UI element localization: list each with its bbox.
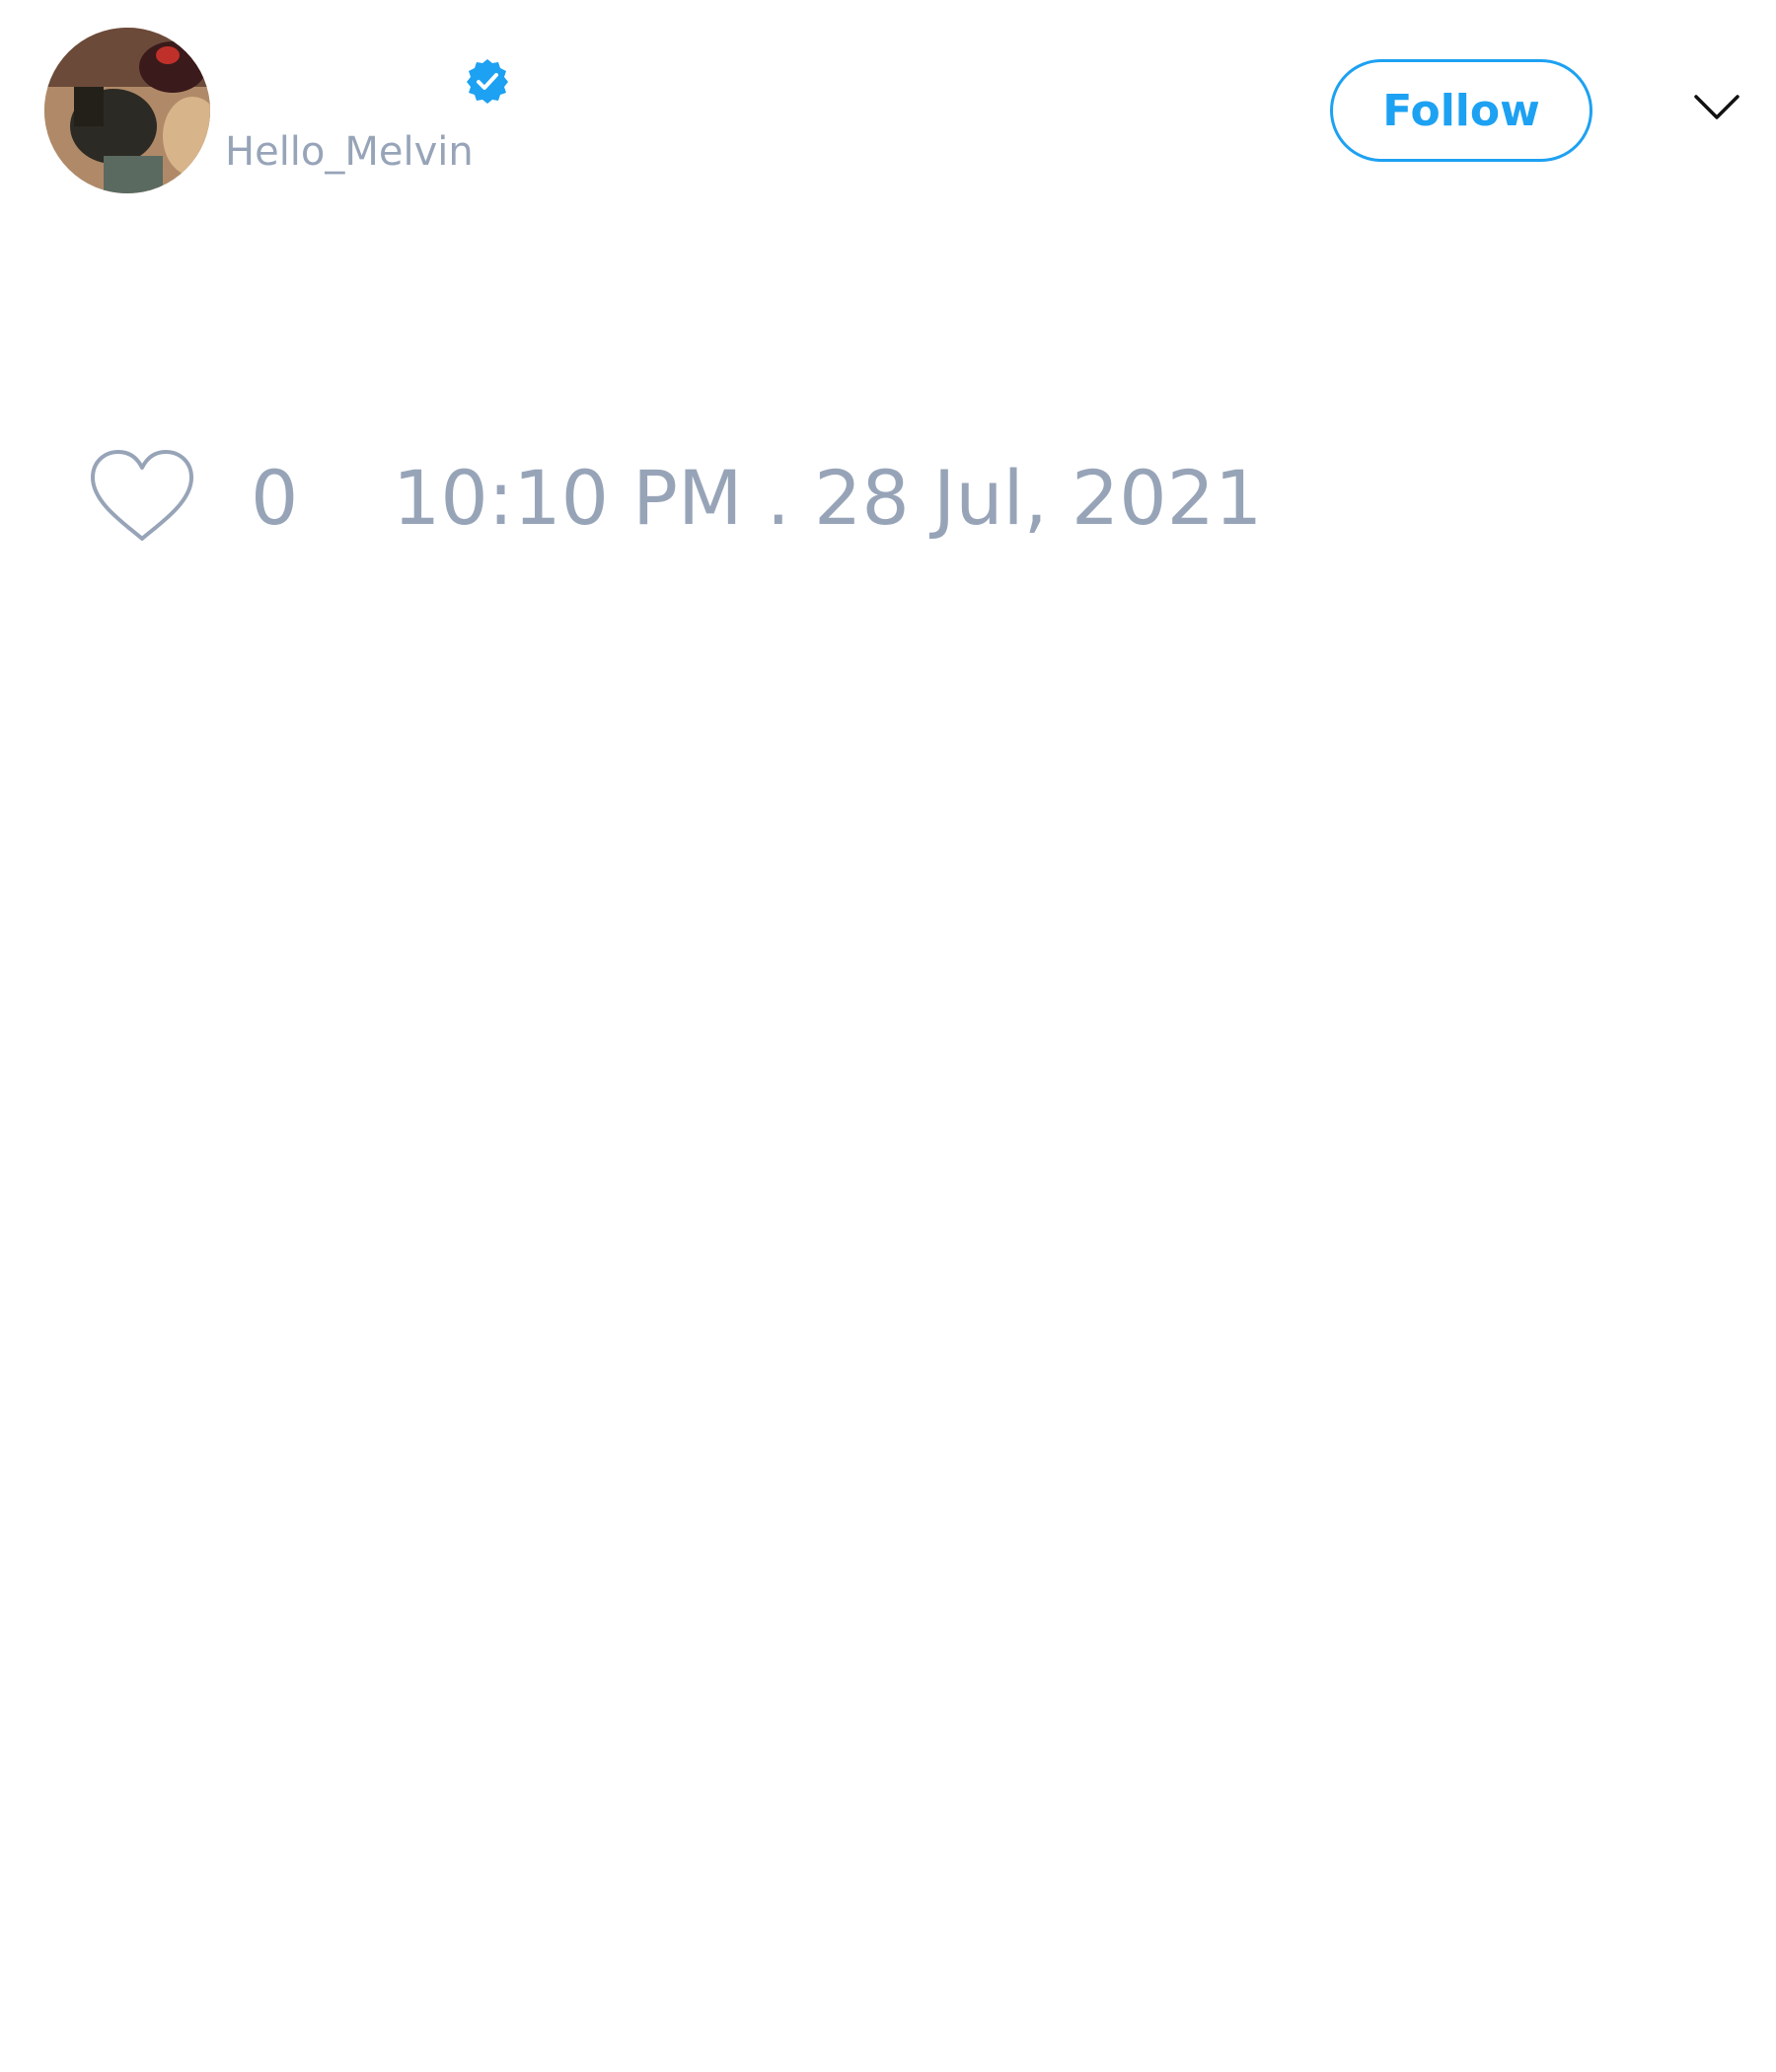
tweet-timestamp[interactable]: 10:10 PM . 28 Jul, 2021: [393, 454, 1262, 543]
chevron-down-icon[interactable]: [1692, 91, 1741, 124]
author-handle[interactable]: Hello_Melvin: [225, 128, 474, 176]
tweet-footer: 0 10:10 PM . 28 Jul, 2021: [0, 434, 1776, 562]
heart-outline-icon[interactable]: [87, 448, 197, 547]
follow-button[interactable]: Follow: [1330, 59, 1592, 162]
avatar[interactable]: [44, 28, 210, 193]
avatar-photo: [44, 28, 210, 193]
verified-badge-icon: [467, 59, 508, 104]
tweet-header: Hello_Melvin Follow: [0, 0, 1776, 227]
like-count: 0: [251, 454, 299, 542]
